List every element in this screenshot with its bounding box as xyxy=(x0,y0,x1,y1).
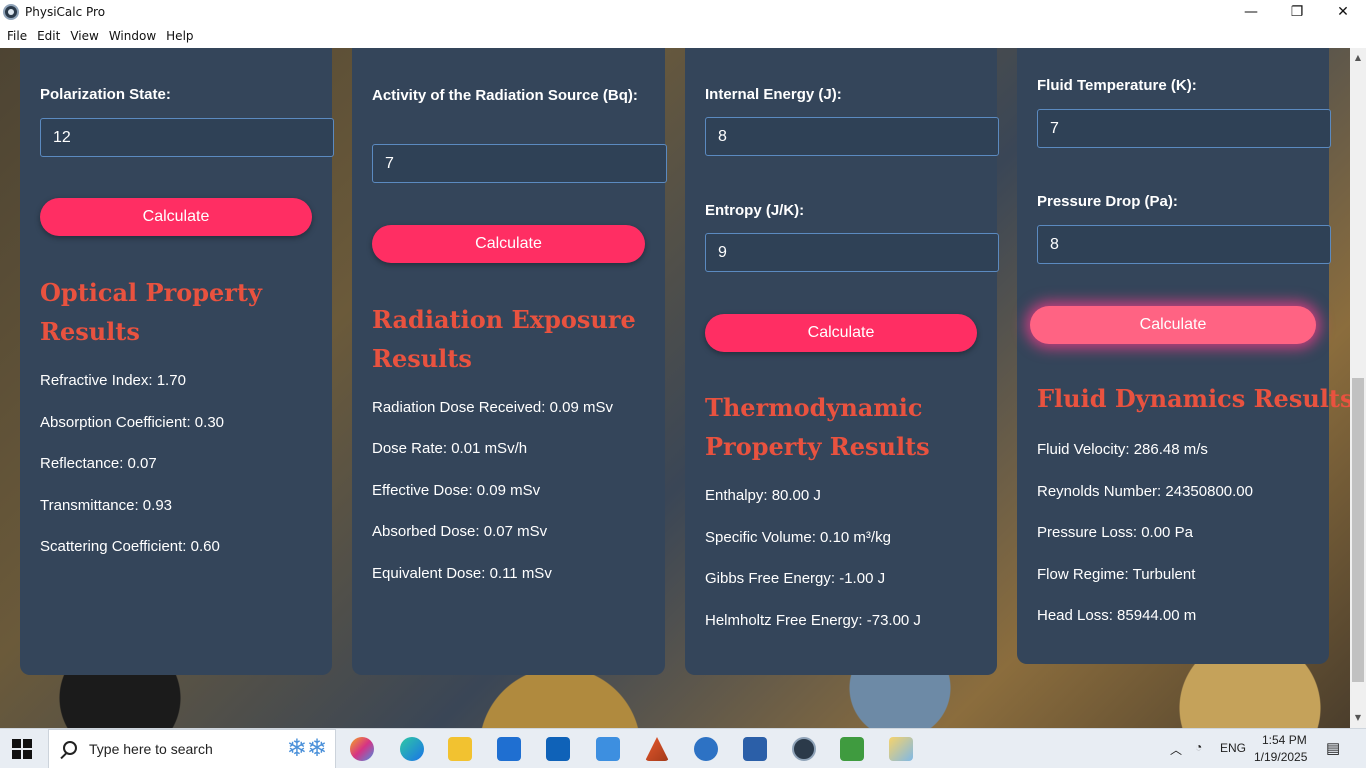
radiation-card: Activity of the Radiation Source (Bq): 7… xyxy=(352,48,667,675)
radiation-activity-label: Activity of the Radiation Source (Bq): xyxy=(372,87,638,104)
internal-energy-input[interactable]: 8 xyxy=(705,117,999,156)
powershell-icon[interactable] xyxy=(743,737,767,761)
result-line: Radiation Dose Received: 0.09 mSv xyxy=(372,399,613,416)
fluid-temperature-label: Fluid Temperature (K): xyxy=(1037,77,1197,94)
menu-file[interactable]: File xyxy=(2,29,32,43)
result-line: Reflectance: 0.07 xyxy=(40,455,157,472)
title-bar: PhysiCalc Pro — ❐ ✕ xyxy=(0,0,1366,24)
close-button[interactable]: ✕ xyxy=(1320,0,1366,24)
snowflake-icon: ❄❄ xyxy=(286,734,327,762)
menu-bar: File Edit View Window Help xyxy=(0,24,1366,48)
remote-desktop-icon[interactable] xyxy=(596,737,620,761)
clock-time[interactable]: 1:54 PM xyxy=(1262,733,1307,747)
result-line: Helmholtz Free Energy: -73.00 J xyxy=(705,612,921,629)
thermodynamic-results-title: Thermodynamic Property Results xyxy=(705,393,930,461)
result-line: Equivalent Dose: 0.11 mSv xyxy=(372,565,552,582)
pressure-drop-input[interactable]: 8 xyxy=(1037,225,1331,264)
window-title: PhysiCalc Pro xyxy=(25,5,106,19)
minimize-button[interactable]: — xyxy=(1228,0,1274,24)
app-a-icon[interactable] xyxy=(694,737,718,761)
result-line: Specific Volume: 0.10 m³/kg xyxy=(705,529,891,546)
result-line: Head Loss: 85944.00 m xyxy=(1037,607,1197,624)
maximize-button[interactable]: ❐ xyxy=(1274,0,1320,24)
result-line: Pressure Loss: 0.00 Pa xyxy=(1037,524,1193,541)
scroll-thumb[interactable] xyxy=(1352,378,1364,682)
network-icon[interactable]: ◔ xyxy=(1195,740,1202,754)
optical-results-title: Optical Property Results xyxy=(40,278,262,346)
show-hidden-icons[interactable]: ︿ xyxy=(1170,741,1182,758)
copilot-icon[interactable] xyxy=(350,737,374,761)
outlook-icon[interactable] xyxy=(546,737,570,761)
menu-view[interactable]: View xyxy=(65,29,103,43)
internal-energy-label: Internal Energy (J): xyxy=(705,86,842,103)
matlab-icon[interactable] xyxy=(645,737,669,761)
file-explorer-icon[interactable] xyxy=(448,737,472,761)
language-indicator[interactable]: ENG xyxy=(1220,741,1246,755)
notifications-icon[interactable]: ▤ xyxy=(1326,739,1340,757)
clock-date[interactable]: 1/19/2025 xyxy=(1254,750,1307,764)
result-line: Scattering Coefficient: 0.60 xyxy=(40,538,220,555)
window-controls: — ❐ ✕ xyxy=(1228,0,1366,24)
search-placeholder: Type here to search xyxy=(89,741,213,757)
radiation-activity-input[interactable]: 7 xyxy=(372,144,667,183)
menu-window[interactable]: Window xyxy=(104,29,161,43)
menu-edit[interactable]: Edit xyxy=(32,29,65,43)
taskbar-search[interactable]: Type here to search ❄❄ xyxy=(48,729,336,768)
result-line: Transmittance: 0.93 xyxy=(40,497,173,514)
fluid-calculate-button[interactable]: Calculate xyxy=(1030,306,1316,344)
result-line: Dose Rate: 0.01 mSv/h xyxy=(372,440,528,457)
store-icon[interactable] xyxy=(497,737,521,761)
menu-help[interactable]: Help xyxy=(161,29,198,43)
scroll-down-icon[interactable]: ▼ xyxy=(1350,710,1366,726)
search-icon xyxy=(63,741,77,755)
thermodynamic-card: Internal Energy (J): 8 Entropy (J/K): 9 … xyxy=(685,48,999,675)
fluid-temperature-input[interactable]: 7 xyxy=(1037,109,1331,148)
entropy-label: Entropy (J/K): xyxy=(705,202,805,219)
windows-start-icon[interactable] xyxy=(12,739,32,759)
optical-card: Polarization State: 12 Calculate Optical… xyxy=(20,48,334,675)
result-line: Flow Regime: Turbulent xyxy=(1037,566,1196,583)
app-logo-icon xyxy=(3,4,19,20)
pressure-drop-label: Pressure Drop (Pa): xyxy=(1037,193,1178,210)
result-line: Gibbs Free Energy: -1.00 J xyxy=(705,570,886,587)
fluid-results-title: Fluid Dynamics Results xyxy=(1037,384,1350,413)
chart-app-icon[interactable] xyxy=(840,737,864,761)
result-line: Reynolds Number: 24350800.00 xyxy=(1037,483,1253,500)
paint-icon[interactable] xyxy=(889,737,913,761)
polarization-state-input[interactable]: 12 xyxy=(40,118,334,157)
electron-app-icon[interactable] xyxy=(792,737,816,761)
taskbar: Type here to search ❄❄ ︿ ◔ ENG 1:54 PM 1… xyxy=(0,728,1366,768)
thermodynamic-calculate-button[interactable]: Calculate xyxy=(705,314,977,352)
radiation-results-title: Radiation Exposure Results xyxy=(372,305,636,373)
polarization-state-label: Polarization State: xyxy=(40,86,171,103)
result-line: Refractive Index: 1.70 xyxy=(40,372,186,389)
result-line: Absorbed Dose: 0.07 mSv xyxy=(372,523,548,540)
result-line: Fluid Velocity: 286.48 m/s xyxy=(1037,441,1208,458)
result-line: Absorption Coefficient: 0.30 xyxy=(40,414,225,431)
main-content: Polarization State: 12 Calculate Optical… xyxy=(0,48,1350,728)
result-line: Effective Dose: 0.09 mSv xyxy=(372,482,541,499)
fluid-dynamics-card: Fluid Temperature (K): 7 Pressure Drop (… xyxy=(1017,48,1350,664)
vertical-scrollbar[interactable]: ▲ ▼ xyxy=(1350,48,1366,728)
scroll-up-icon[interactable]: ▲ xyxy=(1350,50,1366,66)
entropy-input[interactable]: 9 xyxy=(705,233,999,272)
edge-icon[interactable] xyxy=(400,737,424,761)
radiation-calculate-button[interactable]: Calculate xyxy=(372,225,645,263)
result-line: Enthalpy: 80.00 J xyxy=(705,487,821,504)
optical-calculate-button[interactable]: Calculate xyxy=(40,198,312,236)
